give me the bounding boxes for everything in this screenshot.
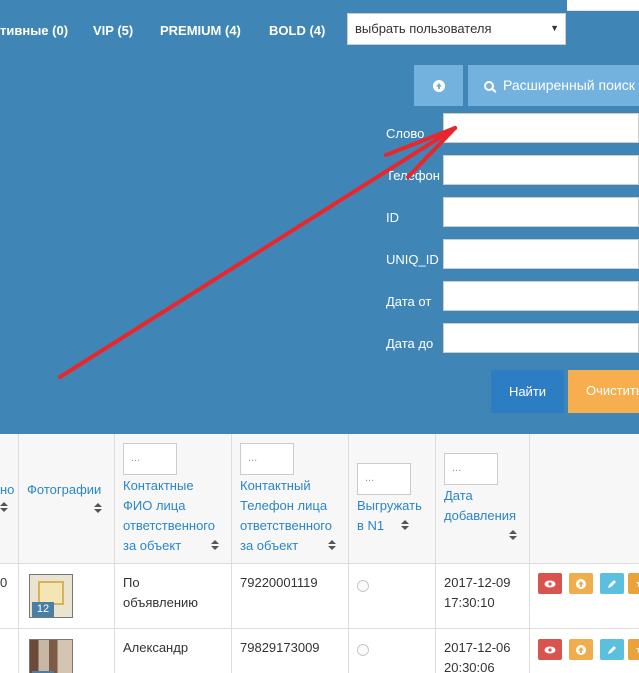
field-label-id: ID	[386, 210, 399, 225]
uniq-id-input[interactable]	[443, 239, 639, 269]
header-contact-phone-2[interactable]: Телефон лица	[240, 496, 327, 516]
nav-item-vip[interactable]: VIP (5)	[93, 23, 133, 39]
raise-button[interactable]	[569, 573, 593, 594]
more-button[interactable]: ★	[628, 639, 639, 660]
row2-contact-name-1: Александр	[123, 640, 189, 655]
date-to-input[interactable]	[443, 323, 639, 353]
id-input[interactable]	[443, 197, 639, 227]
header-contact-name-1[interactable]: Контактные	[123, 476, 194, 496]
row2-time: 20:30:06	[444, 660, 495, 673]
find-button[interactable]: Найти	[491, 370, 564, 413]
nav-bar-gap	[567, 0, 639, 10]
column-divider	[231, 434, 232, 673]
header-col0[interactable]: но	[0, 480, 14, 500]
header-contact-phone-4[interactable]: за объект	[240, 536, 298, 556]
eye-icon	[544, 646, 556, 653]
row1-date: 2017-12-09	[444, 575, 511, 590]
row2-phone: 79829173009	[240, 640, 320, 655]
field-label-word: Слово	[386, 126, 425, 141]
filter-contact-name[interactable]: ...	[123, 443, 177, 475]
arrow-up-circle-icon	[576, 578, 586, 589]
clear-button[interactable]: Очистить	[568, 370, 639, 413]
star-icon: ★	[635, 643, 639, 656]
view-button[interactable]	[538, 639, 562, 660]
phone-input[interactable]	[443, 155, 639, 185]
header-export-2[interactable]: в N1	[357, 516, 384, 536]
eye-icon	[544, 580, 556, 587]
edit-button[interactable]	[600, 639, 624, 660]
view-button[interactable]	[538, 573, 562, 594]
nav-bar-divider	[567, 10, 639, 11]
header-export-1[interactable]: Выгружать	[357, 496, 422, 516]
row1-contact-name-2: объявлению	[123, 595, 199, 610]
field-label-date-from: Дата от	[386, 294, 432, 309]
field-label-date-to: Дата до	[386, 336, 434, 351]
star-icon: ★	[635, 577, 639, 590]
row1-phone: 79220001119	[240, 575, 318, 590]
row2-date: 2017-12-06	[444, 640, 511, 655]
search-icon	[484, 81, 494, 91]
arrow-up-circle-icon	[432, 79, 445, 92]
raise-button[interactable]	[569, 639, 593, 660]
field-label-uniq-id: UNIQ_ID	[386, 252, 439, 267]
pencil-icon	[608, 645, 616, 654]
header-contact-name-3[interactable]: ответственного	[123, 516, 215, 536]
date-from-input[interactable]	[443, 281, 639, 311]
header-contact-name-4[interactable]: за объект	[123, 536, 181, 556]
row1-time: 17:30:10	[444, 595, 495, 610]
word-input[interactable]	[443, 113, 639, 143]
filter-date[interactable]: ...	[444, 453, 498, 485]
chevron-down-icon: ▼	[550, 23, 559, 33]
nav-item-active[interactable]: тивные (0)	[0, 23, 68, 39]
column-divider	[529, 434, 530, 673]
column-divider	[18, 434, 19, 673]
header-photos[interactable]: Фотографии	[27, 480, 101, 500]
row-divider	[0, 628, 639, 629]
advanced-search-label: Расширенный поиск	[503, 77, 635, 93]
header-contact-phone-1[interactable]: Контактный	[240, 476, 311, 496]
more-button[interactable]: ★	[628, 573, 639, 594]
column-divider	[114, 434, 115, 673]
column-divider	[348, 434, 349, 673]
filter-contact-phone[interactable]: ...	[240, 443, 294, 475]
row1-contact-name-1: По	[123, 575, 140, 590]
column-divider	[435, 434, 436, 673]
filter-export[interactable]: ...	[357, 463, 411, 495]
arrow-up-circle-icon	[576, 644, 586, 655]
field-label-phone: Телефон	[386, 168, 440, 183]
row1-export-radio[interactable]	[357, 580, 369, 592]
user-select[interactable]: выбрать пользователя ▼	[347, 13, 566, 45]
header-contact-phone-3[interactable]: ответственного	[240, 516, 332, 536]
row2-export-radio[interactable]	[357, 644, 369, 656]
pencil-icon	[608, 579, 616, 588]
row1-col0: 0	[0, 575, 8, 590]
user-select-value: выбрать пользователя	[355, 21, 492, 36]
advanced-search-button[interactable]: Расширенный поиск	[468, 65, 639, 106]
nav-item-bold[interactable]: BOLD (4)	[269, 23, 325, 39]
edit-button[interactable]	[600, 573, 624, 594]
nav-item-premium[interactable]: PREMIUM (4)	[160, 23, 241, 39]
header-date-1[interactable]: Дата	[444, 486, 473, 506]
collapse-button[interactable]	[414, 65, 463, 106]
row1-photo-thumbnail[interactable]: 12	[29, 574, 73, 618]
header-contact-name-2[interactable]: ФИО лица	[123, 496, 185, 516]
header-date-2[interactable]: добавления	[444, 506, 516, 526]
photo-count-badge: 12	[32, 602, 54, 617]
row2-photo-thumbnail[interactable]: 9	[29, 639, 73, 673]
